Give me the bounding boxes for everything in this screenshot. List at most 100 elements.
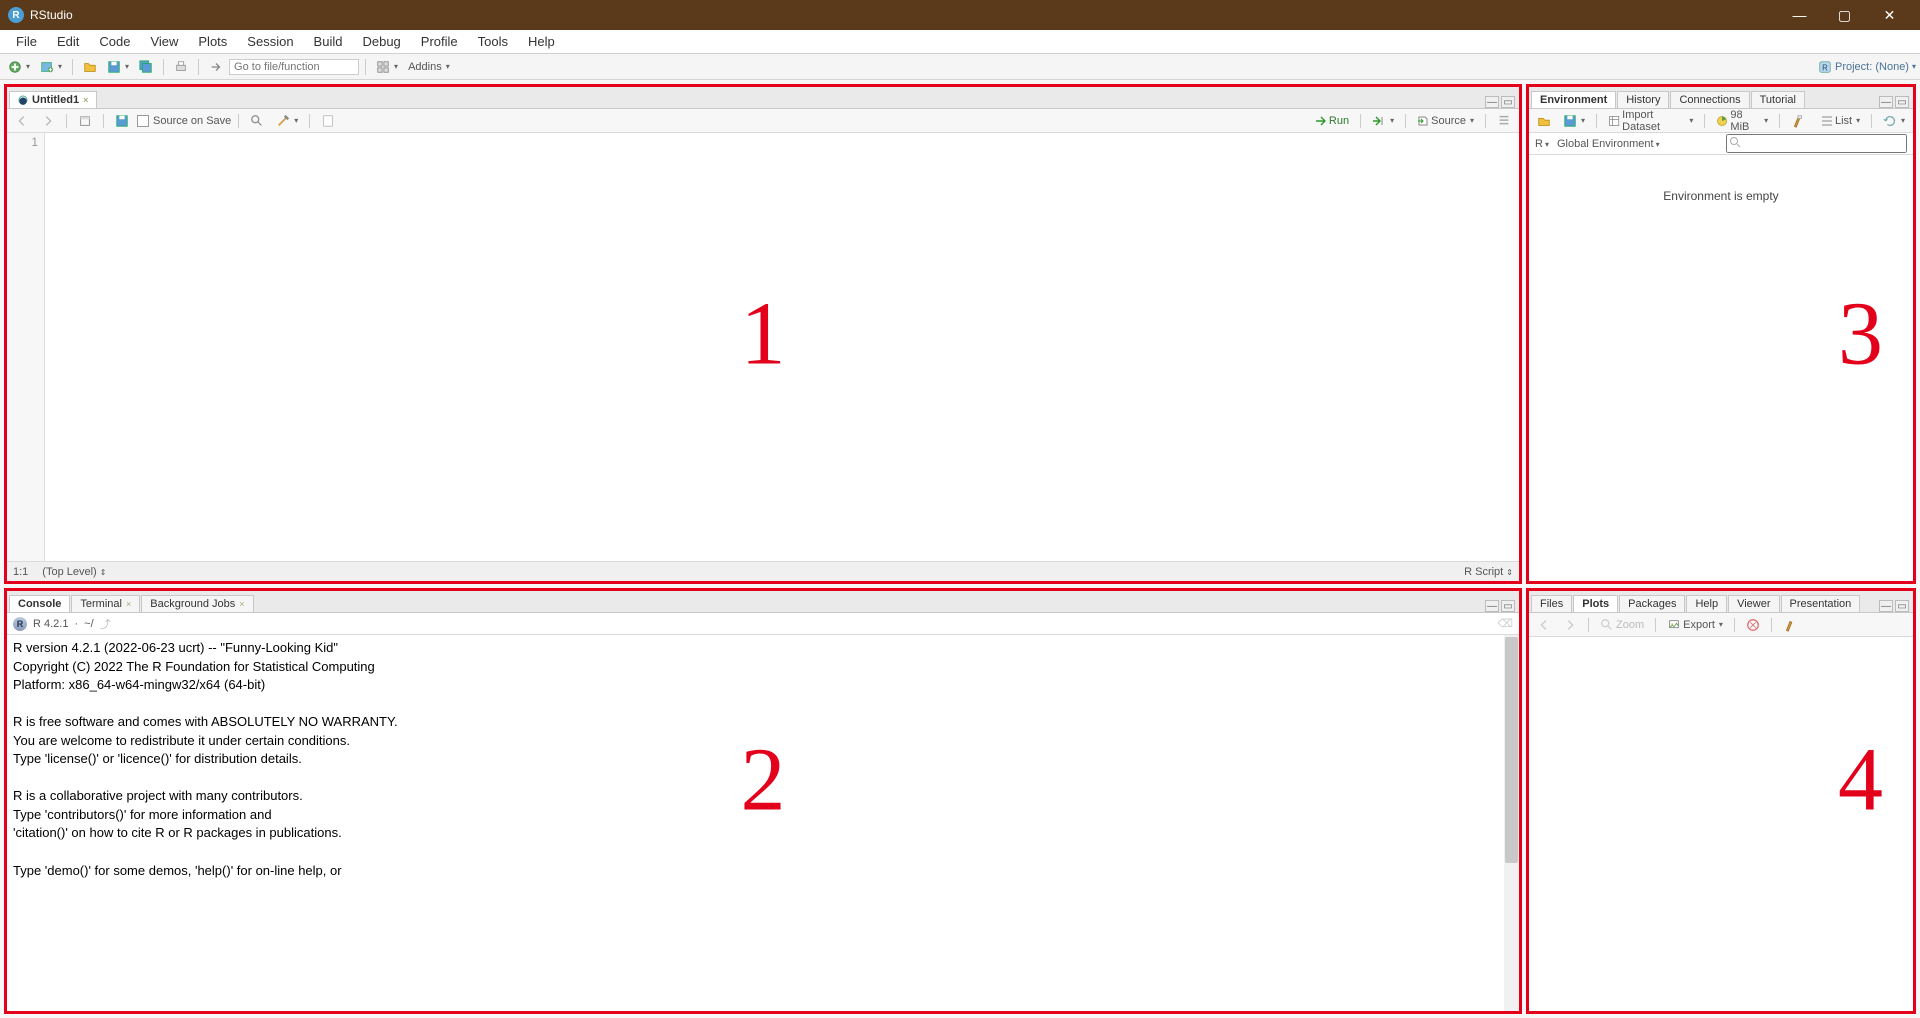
minimize-pane-icon[interactable]: — <box>1485 600 1499 612</box>
plot-prev-button[interactable] <box>1533 617 1555 633</box>
menu-help[interactable]: Help <box>518 32 565 51</box>
compile-report-button[interactable] <box>317 113 339 129</box>
tab-files[interactable]: Files <box>1531 595 1572 612</box>
env-search-input[interactable] <box>1726 134 1907 153</box>
tab-packages[interactable]: Packages <box>1619 595 1685 612</box>
plots-toolbar: Zoom Export <box>1529 613 1913 637</box>
clear-workspace-button[interactable] <box>1787 113 1809 129</box>
open-file-button[interactable] <box>79 58 101 76</box>
addins-button[interactable]: Addins <box>404 59 454 75</box>
maximize-pane-icon[interactable]: ▭ <box>1895 600 1909 612</box>
app-icon: R <box>8 7 24 23</box>
code-area[interactable] <box>45 133 1519 561</box>
find-replace-button[interactable] <box>246 113 268 129</box>
r-logo-icon: R <box>13 617 27 631</box>
save-source-button[interactable] <box>111 113 133 129</box>
menu-view[interactable]: View <box>140 32 188 51</box>
show-in-new-window-button[interactable] <box>74 113 96 129</box>
window-close-button[interactable]: ✕ <box>1867 0 1912 30</box>
menu-session[interactable]: Session <box>237 32 303 51</box>
menu-file[interactable]: File <box>6 32 47 51</box>
goto-icon[interactable] <box>205 58 227 76</box>
tab-console[interactable]: Console <box>9 595 70 612</box>
menu-tools[interactable]: Tools <box>468 32 518 51</box>
memory-usage-button[interactable]: 98 MiB <box>1712 108 1772 134</box>
env-toolbar: Import Dataset 98 MiB List <box>1529 109 1913 133</box>
zoom-button[interactable]: Zoom <box>1596 617 1648 633</box>
run-button[interactable]: Run <box>1311 114 1353 128</box>
view-mode-button[interactable]: List <box>1817 114 1864 128</box>
environment-pane: Environment History Connections Tutorial… <box>1526 84 1916 584</box>
import-dataset-button[interactable]: Import Dataset <box>1604 108 1697 134</box>
menu-debug[interactable]: Debug <box>352 32 410 51</box>
window-minimize-button[interactable]: — <box>1777 0 1822 30</box>
menu-profile[interactable]: Profile <box>411 32 468 51</box>
source-file-button[interactable]: Source <box>1413 114 1478 128</box>
remove-plot-button[interactable] <box>1742 617 1764 633</box>
back-button[interactable] <box>11 113 33 129</box>
env-tabstrip: Environment History Connections Tutorial… <box>1529 87 1913 109</box>
clear-plots-button[interactable] <box>1779 617 1801 633</box>
refresh-button[interactable] <box>1879 113 1909 129</box>
r-version-label: R 4.2.1 <box>33 618 68 630</box>
window-maximize-button[interactable]: ▢ <box>1822 0 1867 30</box>
plots-body <box>1529 637 1913 1011</box>
environment-scope-button[interactable]: Global Environment <box>1557 138 1660 150</box>
source-tab-untitled[interactable]: ⬤ Untitled1 × <box>9 91 97 108</box>
menu-bar: File Edit Code View Plots Session Build … <box>0 30 1920 54</box>
maximize-pane-icon[interactable]: ▭ <box>1501 600 1515 612</box>
load-workspace-button[interactable] <box>1533 113 1555 129</box>
save-button[interactable] <box>103 58 133 76</box>
outline-button[interactable] <box>1493 113 1515 129</box>
plot-next-button[interactable] <box>1559 617 1581 633</box>
minimize-pane-icon[interactable]: — <box>1879 600 1893 612</box>
tab-plots[interactable]: Plots <box>1573 595 1618 612</box>
menu-build[interactable]: Build <box>304 32 353 51</box>
code-tools-button[interactable] <box>272 113 302 129</box>
minimize-pane-icon[interactable]: — <box>1879 96 1893 108</box>
env-empty-label: Environment is empty <box>1663 189 1778 203</box>
source-on-save-checkbox[interactable] <box>137 115 149 127</box>
minimize-pane-icon[interactable]: — <box>1485 96 1499 108</box>
maximize-pane-icon[interactable]: ▭ <box>1895 96 1909 108</box>
workspace-panes-button[interactable] <box>372 58 402 76</box>
menu-plots[interactable]: Plots <box>188 32 237 51</box>
tab-history[interactable]: History <box>1617 91 1669 108</box>
source-toolbar: Source on Save Run Source <box>7 109 1519 133</box>
forward-button[interactable] <box>37 113 59 129</box>
source-tabstrip: ⬤ Untitled1 × — ▭ <box>7 87 1519 109</box>
tab-terminal[interactable]: Terminal × <box>71 595 140 612</box>
console-output[interactable]: R version 4.2.1 (2022-06-23 ucrt) -- "Fu… <box>7 635 1519 1011</box>
export-button[interactable]: Export <box>1663 617 1727 633</box>
close-tab-icon[interactable]: × <box>126 599 131 609</box>
menu-edit[interactable]: Edit <box>47 32 89 51</box>
tab-connections[interactable]: Connections <box>1670 91 1749 108</box>
app-window: File Edit Code View Plots Session Build … <box>0 30 1920 1018</box>
language-selector[interactable]: R <box>1535 138 1549 150</box>
new-file-button[interactable] <box>4 58 34 76</box>
r-path-label[interactable]: ~/ <box>84 618 93 630</box>
save-workspace-button[interactable] <box>1559 113 1589 129</box>
scope-indicator[interactable]: (Top Level) ⇕ <box>42 566 106 578</box>
menu-code[interactable]: Code <box>89 32 140 51</box>
project-menu[interactable]: R Project: (None) ▾ <box>1818 60 1916 74</box>
rerun-button[interactable] <box>1368 114 1398 128</box>
tab-tutorial[interactable]: Tutorial <box>1751 91 1805 108</box>
tab-environment[interactable]: Environment <box>1531 91 1616 108</box>
close-tab-icon[interactable]: × <box>83 95 88 105</box>
tab-viewer[interactable]: Viewer <box>1728 595 1779 612</box>
console-scrollbar[interactable] <box>1504 635 1519 1011</box>
clear-console-icon[interactable]: ⌫ <box>1497 617 1513 630</box>
wd-picker-icon[interactable]: ⤴ <box>100 616 111 632</box>
tab-help[interactable]: Help <box>1686 595 1727 612</box>
tab-bgjobs[interactable]: Background Jobs × <box>141 595 253 612</box>
file-type-indicator[interactable]: R Script ⇕ <box>1464 566 1513 578</box>
source-editor[interactable]: 1 <box>7 133 1519 561</box>
maximize-pane-icon[interactable]: ▭ <box>1501 96 1515 108</box>
new-project-button[interactable] <box>36 58 66 76</box>
tab-presentation[interactable]: Presentation <box>1781 595 1861 612</box>
close-tab-icon[interactable]: × <box>239 599 244 609</box>
print-button[interactable] <box>170 58 192 76</box>
save-all-button[interactable] <box>135 58 157 76</box>
goto-input[interactable] <box>229 59 359 75</box>
